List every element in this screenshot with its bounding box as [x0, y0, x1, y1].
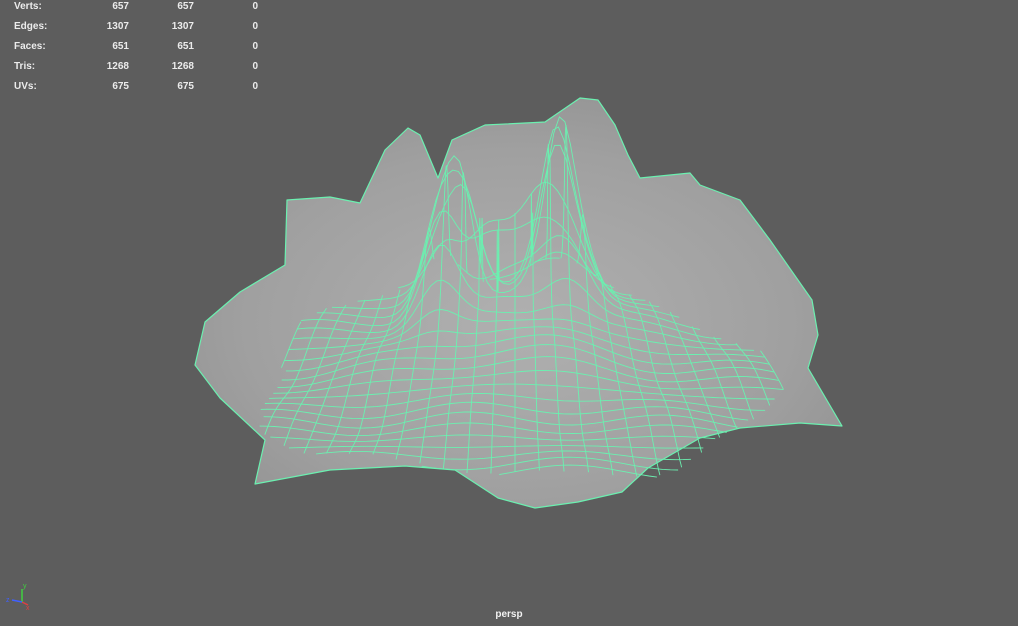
hud-row-faces: Faces: 651 651 0: [0, 40, 270, 60]
hud-value-selected: 0: [252, 61, 258, 72]
hud-value-object: 1268: [171, 61, 194, 72]
camera-name-label: persp: [495, 609, 523, 620]
hud-row-edges: Edges: 1307 1307 0: [0, 20, 270, 40]
hud-row-uvs: UVs: 675 675 0: [0, 80, 270, 100]
hud-value-object: 657: [177, 1, 194, 12]
z-axis-label: z: [6, 597, 10, 604]
hud-label: Verts:: [14, 1, 42, 12]
y-axis-label: y: [23, 583, 27, 590]
hud-value-scene: 651: [112, 41, 129, 52]
hud-value-selected: 0: [252, 41, 258, 52]
hud-value-selected: 0: [252, 1, 258, 12]
hud-value-scene: 1307: [106, 21, 129, 32]
hud-value-object: 651: [177, 41, 194, 52]
perspective-viewport[interactable]: Verts: 657 657 0 Edges: 1307 1307 0 Face…: [0, 0, 1018, 626]
hud-value-scene: 675: [112, 81, 129, 92]
hud-label: Edges:: [14, 21, 48, 32]
axis-gizmo-icon: x y z: [6, 583, 30, 612]
hud-label: Tris:: [14, 61, 36, 72]
hud-value-selected: 0: [252, 21, 258, 32]
hud-value-object: 1307: [171, 21, 194, 32]
hud-label: Faces:: [14, 41, 46, 52]
hud-value-scene: 1268: [106, 61, 129, 72]
z-axis-line: [11, 599, 23, 603]
hud-label: UVs:: [14, 81, 37, 92]
hud-row-tris: Tris: 1268 1268 0: [0, 60, 270, 80]
hud-value-scene: 657: [112, 1, 129, 12]
hud-value-object: 675: [177, 81, 194, 92]
poly-count-hud: Verts: 657 657 0 Edges: 1307 1307 0 Face…: [0, 0, 270, 100]
hud-row-verts: Verts: 657 657 0: [0, 0, 270, 20]
hud-value-selected: 0: [252, 81, 258, 92]
